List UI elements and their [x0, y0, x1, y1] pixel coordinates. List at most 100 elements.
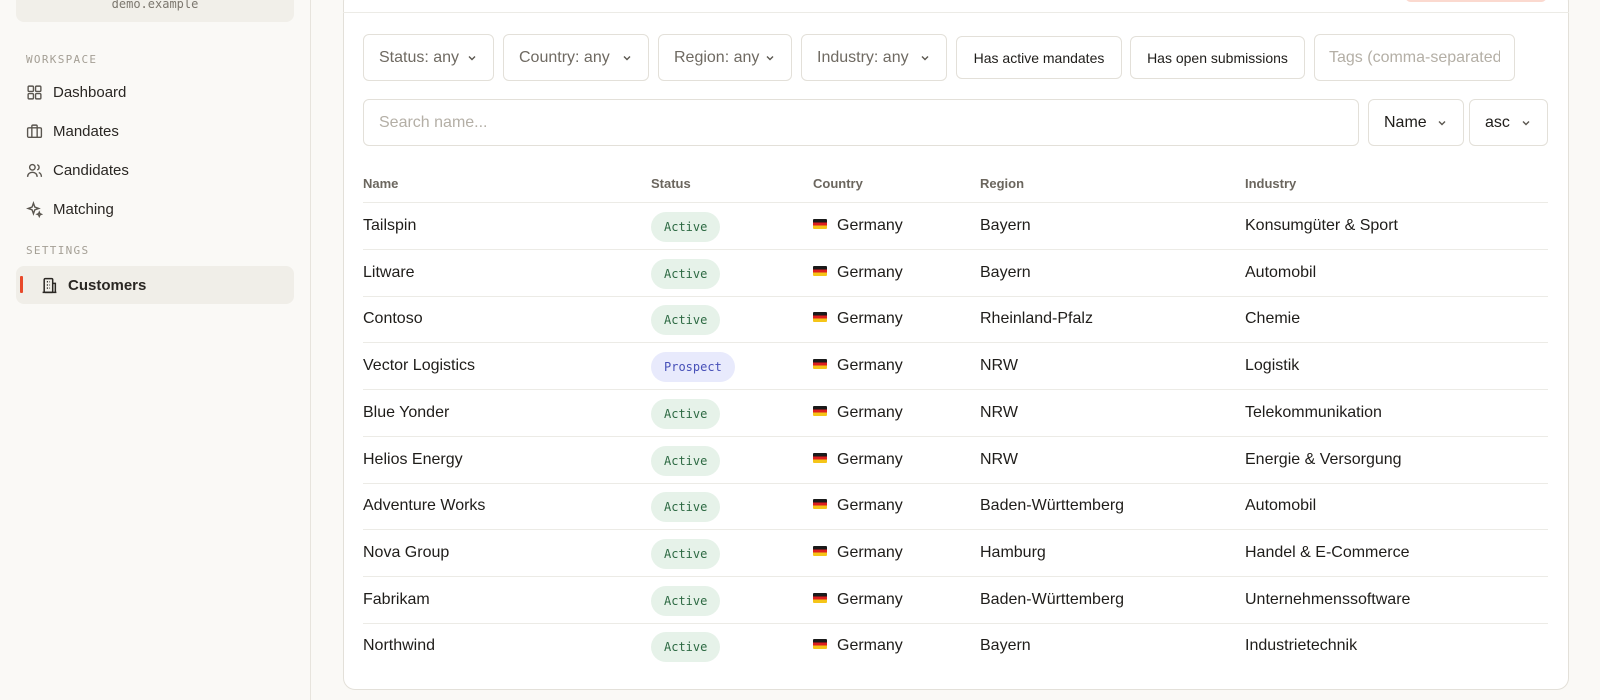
sort-direction-value: asc	[1485, 113, 1510, 131]
region-cell: Baden-Württemberg	[980, 590, 1125, 608]
country-name: Germany	[837, 637, 903, 655]
column-header-status[interactable]: Status	[651, 176, 691, 191]
customer-name[interactable]: Northwind	[363, 637, 435, 655]
table-row[interactable]: Adventure Works Active Germany Baden-Württe…	[363, 483, 1548, 531]
industry-cell: Telekommunikation	[1245, 403, 1382, 421]
status-badge: Active	[651, 398, 721, 429]
org-domain: demo.example	[111, 0, 199, 11]
germany-flag-icon	[813, 639, 827, 650]
region-filter-label: Region: any	[674, 48, 760, 66]
chevron-down-icon	[1436, 117, 1448, 129]
industry-cell: Automobil	[1245, 497, 1317, 515]
org-switcher[interactable]: demo.example	[16, 0, 294, 22]
table-row[interactable]: Vector Logistics Prospect Germany NRW Logist…	[363, 343, 1548, 391]
industry-cell: Logistik	[1245, 357, 1300, 375]
sidebar-item-label: Customers	[68, 276, 147, 294]
germany-flag-icon	[813, 592, 827, 603]
country-cell: Germany	[813, 404, 903, 422]
sparkle-icon	[26, 200, 43, 218]
sidebar-item-label: Candidates	[53, 161, 129, 179]
status-badge: Active	[651, 305, 721, 336]
has-open-submissions-toggle[interactable]: Has open submissions	[1130, 36, 1305, 79]
customer-name[interactable]: Litware	[363, 264, 415, 282]
sidebar-item-dashboard[interactable]: Dashboard	[16, 73, 294, 111]
status-filter-label: Status: any	[379, 48, 460, 66]
country-filter-label: Country: any	[519, 48, 610, 66]
country-cell: Germany	[813, 591, 903, 609]
active-indicator	[20, 276, 23, 293]
settings-section-label: SETTINGS	[26, 244, 90, 257]
industry-cell: Konsumgüter & Sport	[1245, 217, 1398, 234]
building-icon	[41, 277, 58, 294]
customer-name[interactable]: Fabrikam	[363, 591, 430, 609]
country-name: Germany	[837, 543, 903, 561]
industry-cell: Energie & Versorgung	[1245, 450, 1402, 468]
country-name: Germany	[837, 590, 903, 608]
status-filter[interactable]: Status: any	[363, 34, 494, 81]
column-header-name[interactable]: Name	[363, 176, 398, 191]
region-cell: Bayern	[980, 263, 1031, 281]
sidebar-item-label: Mandates	[53, 122, 119, 140]
table-row[interactable]: Litware Active Germany Bayern Automobil	[363, 250, 1548, 297]
table-row[interactable]: Helios Energy Active Germany NRW Energie & V…	[363, 437, 1548, 484]
germany-flag-icon	[813, 452, 827, 463]
region-cell: Bayern	[980, 637, 1031, 655]
table-header: Name Status Country Region Industry	[363, 170, 1548, 203]
search-input[interactable]	[363, 99, 1359, 146]
customer-name[interactable]: Vector Logistics	[363, 357, 475, 375]
country-name: Germany	[837, 497, 903, 515]
germany-flag-icon	[813, 219, 827, 229]
germany-flag-icon	[813, 359, 827, 370]
customer-name[interactable]: Contoso	[363, 310, 423, 328]
table-row[interactable]: Northwind Active Germany Bayern Industrietec…	[363, 623, 1548, 670]
tags-input[interactable]	[1314, 34, 1515, 81]
industry-filter-label: Industry: any	[817, 48, 909, 66]
region-cell: Bayern	[980, 217, 1031, 234]
customer-name[interactable]: Tailspin	[363, 217, 416, 235]
status-badge: Active	[651, 212, 721, 242]
customer-name[interactable]: Adventure Works	[363, 497, 485, 515]
customer-name[interactable]: Blue Yonder	[363, 404, 449, 422]
country-name: Germany	[837, 263, 903, 281]
status-badge: Active	[651, 445, 721, 476]
sidebar-item-mandates[interactable]: Mandates	[16, 112, 294, 150]
column-header-industry[interactable]: Industry	[1245, 176, 1296, 191]
country-name: Germany	[837, 357, 903, 375]
country-name: Germany	[837, 310, 903, 328]
country-name: Germany	[837, 450, 903, 468]
has-active-mandates-toggle[interactable]: Has active mandates	[956, 36, 1122, 79]
germany-flag-icon	[813, 499, 827, 510]
sidebar-item-candidates[interactable]: Candidates	[16, 151, 294, 189]
industry-cell: Unternehmenssoftware	[1245, 590, 1411, 608]
users-icon	[26, 162, 43, 179]
sidebar-item-customers[interactable]: Customers	[16, 266, 294, 304]
customer-name[interactable]: Helios Energy	[363, 451, 463, 469]
status-badge: Active	[651, 492, 721, 523]
status-badge: Active	[651, 258, 721, 289]
sort-field-select[interactable]: Name	[1368, 99, 1464, 146]
sort-direction-select[interactable]: asc	[1469, 99, 1548, 146]
germany-flag-icon	[813, 405, 827, 416]
table-row[interactable]: Blue Yonder Active Germany NRW Telekommunika…	[363, 390, 1548, 437]
customer-name[interactable]: Nova Group	[363, 544, 449, 562]
region-cell: NRW	[980, 450, 1018, 468]
chevron-down-icon	[466, 52, 478, 64]
country-cell: Germany	[813, 217, 903, 235]
panel-divider	[343, 12, 1569, 13]
sidebar-item-matching[interactable]: Matching	[16, 190, 294, 228]
column-header-region[interactable]: Region	[980, 176, 1024, 191]
country-cell: Germany	[813, 544, 903, 562]
table-row[interactable]: Nova Group Active Germany Hamburg Handel & E…	[363, 530, 1548, 577]
primary-action-button[interactable]	[1405, 0, 1547, 2]
region-cell: Rheinland-Pfalz	[980, 310, 1093, 328]
table-row[interactable]: Fabrikam Active Germany Baden-Württemberg Un…	[363, 577, 1548, 624]
column-header-country[interactable]: Country	[813, 176, 863, 191]
country-filter[interactable]: Country: any	[503, 34, 649, 81]
table-row[interactable]: Contoso Active Germany Rheinland-Pfalz Chemi…	[363, 296, 1548, 344]
briefcase-icon	[26, 123, 43, 140]
table-row[interactable]: Tailspin Active Germany Bayern Konsumgüter &…	[363, 203, 1548, 250]
industry-filter[interactable]: Industry: any	[801, 34, 947, 81]
region-filter[interactable]: Region: any	[658, 34, 792, 81]
status-badge: Prospect	[651, 352, 735, 383]
country-name: Germany	[837, 217, 903, 234]
